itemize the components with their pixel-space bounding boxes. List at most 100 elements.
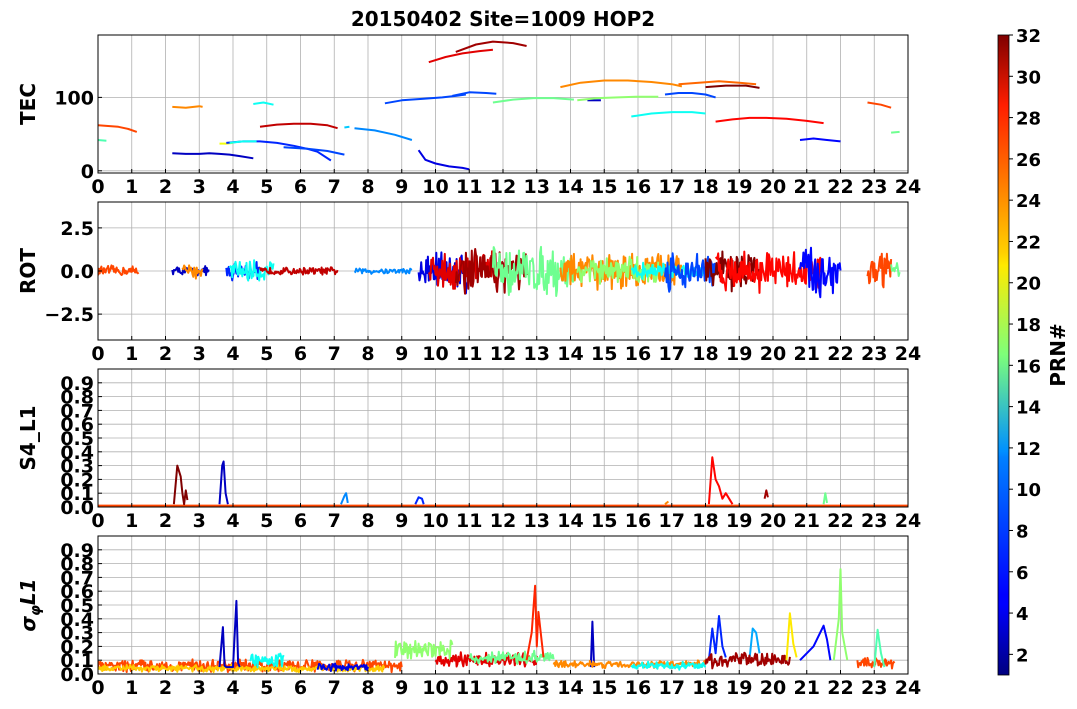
colorbar-tick-label: 10 xyxy=(1016,480,1041,501)
y-tick-label: 2.5 xyxy=(60,218,94,240)
series-prn-32 xyxy=(172,464,189,506)
x-tick-label: 0 xyxy=(91,343,104,365)
series-prn-21 xyxy=(785,612,798,661)
series-prn-28 xyxy=(707,456,734,505)
colorbar-tick-label: 16 xyxy=(1016,356,1041,377)
x-tick-label: 23 xyxy=(861,176,887,198)
x-tick-label: 6 xyxy=(294,510,307,532)
x-tick-label: 22 xyxy=(827,343,853,365)
colorbar-tick-label: 12 xyxy=(1016,439,1041,460)
colorbar-tick-label: 26 xyxy=(1016,150,1041,171)
x-tick-label: 10 xyxy=(422,510,448,532)
x-tick-label: 5 xyxy=(260,176,273,198)
x-tick-label: 9 xyxy=(395,677,408,699)
x-tick-label: 10 xyxy=(422,176,448,198)
x-tick-label: 2 xyxy=(159,176,172,198)
x-tick-label: 21 xyxy=(794,343,820,365)
y-tick-label: 100 xyxy=(54,87,94,109)
series-prn-16 xyxy=(890,262,901,277)
series-prn-3 xyxy=(172,152,254,160)
series-prn-26 xyxy=(98,124,138,133)
x-tick-label: 3 xyxy=(193,176,206,198)
x-tick-label: 8 xyxy=(361,677,374,699)
colorbar-tick-label: 14 xyxy=(1016,398,1041,419)
series-prn-29 xyxy=(428,48,494,64)
series-prn-15 xyxy=(98,139,107,142)
x-tick-label: 4 xyxy=(226,677,239,699)
x-tick-label: 10 xyxy=(422,677,448,699)
x-tick-label: 8 xyxy=(361,510,374,532)
panels: 0 1 2 3 4 5 6 7 8 9 10 11 12 13 14 15 16 17 18 19 20 21 22 23 24… xyxy=(16,34,921,699)
chart-title: 20150402 Site=1009 HOP2 xyxy=(351,7,655,31)
panel-4: 0 1 2 3 4 5 6 7 8 9 10 11 12 13 14 15 16 17 18 19 20 21 22 23 24… xyxy=(16,535,921,699)
panel-1: 0 1 2 3 4 5 6 7 8 9 10 11 12 13 14 15 16 17 18 19 20 21 22 23 24… xyxy=(16,34,921,198)
colorbar: 2468101214161820222426283032 PRN# xyxy=(997,26,1070,676)
x-tick-label: 19 xyxy=(726,343,752,365)
series-prn-16 xyxy=(822,492,828,505)
series-prn-13 xyxy=(631,111,706,118)
x-tick-label: 9 xyxy=(395,510,408,532)
series-group xyxy=(98,568,896,674)
x-tick-label: 17 xyxy=(659,176,685,198)
x-tick-label: 1 xyxy=(125,343,138,365)
x-tick-label: 11 xyxy=(456,176,482,198)
series-prn-7 xyxy=(452,91,497,97)
y-tick-label: 0.0 xyxy=(60,261,94,283)
series-prn-26 xyxy=(867,101,892,109)
series-prn-3 xyxy=(218,460,229,505)
x-tick-label: 2 xyxy=(159,343,172,365)
series-prn-7 xyxy=(664,92,716,99)
y-axis-label: ROT xyxy=(16,248,40,294)
y-axis-label: S4_L1 xyxy=(16,406,40,471)
colorbar-tick-label: 18 xyxy=(1016,315,1041,336)
colorbar-tick-label: 24 xyxy=(1016,191,1041,212)
x-tick-label: 15 xyxy=(591,677,617,699)
x-tick-label: 14 xyxy=(557,176,583,198)
colorbar-tick-label: 4 xyxy=(1016,604,1029,625)
x-tick-label: 14 xyxy=(557,343,583,365)
x-tick-label: 22 xyxy=(827,176,853,198)
x-tick-label: 4 xyxy=(226,510,239,532)
series-prn-4 xyxy=(417,149,470,171)
x-tick-label: 1 xyxy=(125,510,138,532)
x-tick-label: 7 xyxy=(328,343,341,365)
y-tick-label: −2.5 xyxy=(44,304,94,326)
x-tick-label: 5 xyxy=(260,343,273,365)
x-tick-label: 23 xyxy=(861,677,887,699)
panel-3: 0 1 2 3 4 5 6 7 8 9 10 11 12 13 14 15 16 17 18 19 20 21 22 23 24… xyxy=(16,368,921,532)
x-tick-label: 2 xyxy=(159,677,172,699)
colorbar-tick-label: 20 xyxy=(1016,274,1041,295)
x-tick-label: 10 xyxy=(422,343,448,365)
x-tick-label: 14 xyxy=(557,677,583,699)
series-prn-5 xyxy=(799,624,832,661)
series-prn-28 xyxy=(715,116,824,125)
series-prn-16 xyxy=(891,130,900,134)
x-tick-label: 5 xyxy=(260,510,273,532)
series-prn-24 xyxy=(664,500,670,505)
y-axis-label: TEC xyxy=(16,83,40,125)
x-tick-label: 15 xyxy=(591,510,617,532)
x-tick-label: 6 xyxy=(294,677,307,699)
x-tick-label: 21 xyxy=(794,176,820,198)
x-tick-label: 23 xyxy=(861,510,887,532)
series-prn-26 xyxy=(98,264,140,276)
x-tick-label: 9 xyxy=(395,343,408,365)
series-prn-6 xyxy=(414,496,425,505)
series-prn-9 xyxy=(354,127,413,141)
x-tick-label: 13 xyxy=(524,343,550,365)
colorbar-tick-label: 32 xyxy=(1016,26,1041,47)
series-prn-6 xyxy=(226,140,332,162)
x-tick-label: 18 xyxy=(692,343,718,365)
series-prn-16 xyxy=(492,97,574,104)
y-tick-label: 0.9 xyxy=(60,540,94,562)
x-tick-label: 13 xyxy=(524,677,550,699)
x-tick-label: 23 xyxy=(861,343,887,365)
x-tick-label: 20 xyxy=(760,343,786,365)
series-prn-24 xyxy=(560,79,683,89)
x-tick-label: 19 xyxy=(726,510,752,532)
x-tick-label: 16 xyxy=(625,677,651,699)
series-prn-26 xyxy=(866,252,893,289)
series-prn-30 xyxy=(259,122,338,130)
colorbar-tick-label: 22 xyxy=(1016,232,1041,253)
y-tick-label: 0 xyxy=(81,161,94,183)
